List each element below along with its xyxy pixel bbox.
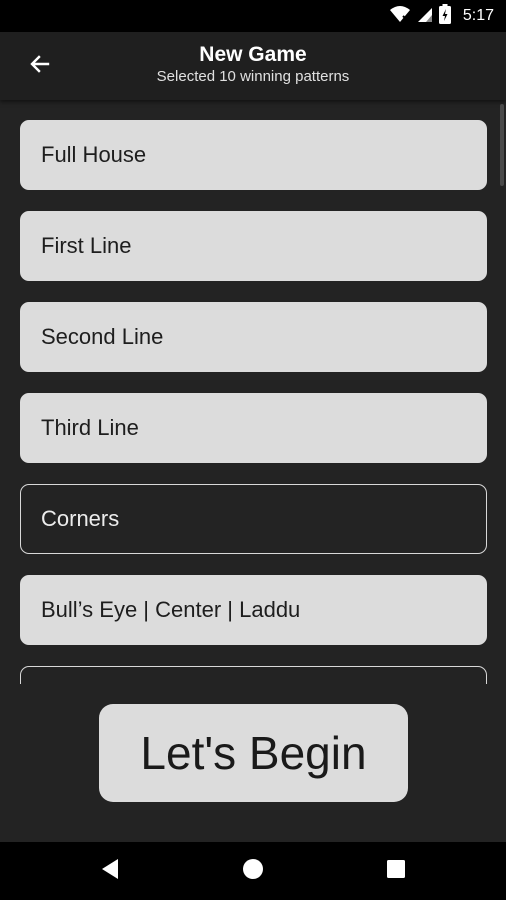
nav-recents-button[interactable] bbox=[366, 842, 426, 900]
pattern-label: Corners bbox=[41, 506, 120, 531]
pattern-list[interactable]: Full House First Line Second Line Third … bbox=[0, 100, 506, 684]
pattern-label: Bull’s Eye | Center | Laddu bbox=[41, 597, 301, 622]
status-time: 5:17 bbox=[462, 7, 494, 24]
pattern-item-second-line[interactable]: Second Line bbox=[20, 302, 487, 372]
battery-icon bbox=[438, 3, 451, 29]
pattern-item-third-line[interactable]: Third Line bbox=[20, 393, 487, 463]
wifi-icon bbox=[389, 5, 411, 28]
nav-home-button[interactable] bbox=[223, 842, 283, 900]
system-nav-bar bbox=[0, 842, 506, 900]
nav-back-icon bbox=[100, 858, 120, 885]
nav-recents-icon bbox=[386, 859, 406, 884]
list-scrollbar[interactable] bbox=[500, 104, 504, 186]
pattern-item-full-house[interactable]: Full House bbox=[20, 120, 487, 190]
page-subtitle: Selected 10 winning patterns bbox=[156, 68, 350, 85]
page-title: New Game bbox=[199, 43, 307, 66]
pattern-item-bulls-eye[interactable]: Bull’s Eye | Center | Laddu bbox=[20, 575, 487, 645]
status-icons: 5:17 bbox=[389, 3, 506, 29]
pattern-item-corners[interactable]: Corners bbox=[20, 484, 487, 554]
header-titles: New Game Selected 10 winning patterns bbox=[0, 42, 506, 86]
signal-icon bbox=[417, 5, 433, 28]
pattern-item-first-line[interactable]: First Line bbox=[20, 211, 487, 281]
pattern-item-partial[interactable] bbox=[20, 666, 487, 684]
pattern-label: Full House bbox=[41, 142, 147, 167]
app-bar: New Game Selected 10 winning patterns bbox=[0, 32, 506, 100]
pattern-label: Second Line bbox=[41, 324, 164, 349]
lets-begin-button[interactable]: Let's Begin bbox=[99, 704, 408, 802]
nav-home-icon bbox=[242, 858, 264, 885]
pattern-label: First Line bbox=[41, 233, 132, 258]
pattern-label: Third Line bbox=[41, 415, 139, 440]
nav-back-button[interactable] bbox=[80, 842, 140, 900]
status-bar: 5:17 bbox=[0, 0, 506, 32]
